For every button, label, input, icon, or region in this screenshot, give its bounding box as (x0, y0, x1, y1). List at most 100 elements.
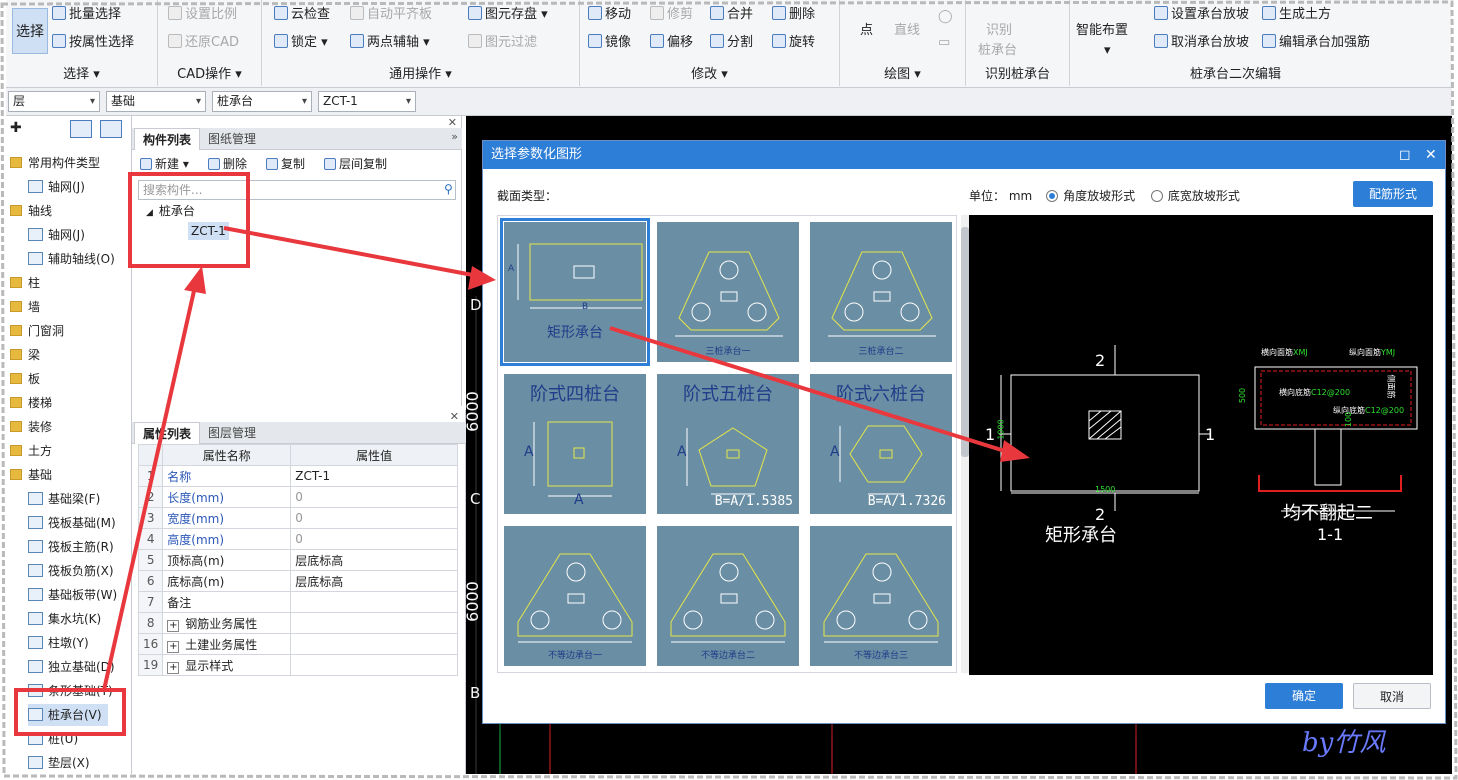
property-value[interactable] (290, 633, 458, 655)
tab-layer-management[interactable]: 图层管理 (200, 422, 264, 444)
floor-copy-button[interactable]: 层间复制 (324, 154, 387, 174)
tree-root[interactable]: ◢ 桩承台 (146, 202, 195, 219)
property-value[interactable] (290, 612, 458, 634)
search-icon[interactable]: ⚲ (444, 182, 453, 196)
nav-item-25[interactable]: 垫层(X) (28, 752, 90, 774)
nav-item-15[interactable]: 筏板基础(M) (28, 512, 116, 534)
type-combo[interactable]: 桩承台 (212, 91, 312, 112)
property-row[interactable]: 3 宽度(mm) 0 (137, 507, 458, 529)
tree-item-zct1[interactable]: ZCT-1 (188, 222, 229, 240)
nav-item-12[interactable]: 土方 (10, 440, 52, 462)
nav-item-3[interactable]: 轴网(J) (28, 224, 85, 246)
new-button[interactable]: 新建 ▾ (140, 154, 189, 174)
property-value[interactable] (290, 591, 458, 613)
ribbon-caption-draw[interactable]: 绘图 ▾ (840, 63, 965, 82)
property-value[interactable]: 层底标高 (290, 570, 458, 592)
delete-button[interactable]: 删除 (772, 4, 815, 26)
category-combo[interactable]: 基础 (106, 91, 206, 112)
cancel-slope-button[interactable]: 取消承台放坡 (1154, 32, 1249, 54)
shape-cell-2[interactable]: 三桩承台二 (810, 222, 952, 362)
nav-item-9[interactable]: 板 (10, 368, 40, 390)
property-row[interactable]: 1 名称 ZCT-1 (137, 465, 458, 487)
two-point-axis-button[interactable]: 两点辅轴 ▾ (350, 32, 430, 54)
nav-item-22[interactable]: 条形基础(T) (28, 680, 113, 702)
property-value[interactable]: 层底标高 (290, 549, 458, 571)
nav-item-4[interactable]: 辅助轴线(O) (28, 248, 115, 270)
maximize-icon[interactable]: ◻ (1399, 141, 1411, 169)
line-button[interactable]: 直线 (894, 20, 920, 42)
ok-button[interactable]: 确定 (1265, 683, 1343, 709)
set-slope-button[interactable]: 设置承台放坡 (1154, 4, 1249, 26)
nav-item-2[interactable]: 轴线 (10, 200, 52, 222)
nav-item-21[interactable]: 独立基础(D) (28, 656, 115, 678)
shape-cell-1[interactable]: 三桩承台一 (657, 222, 799, 362)
scrollbar-thumb[interactable] (961, 227, 969, 457)
tree-collapse-icon[interactable]: ◢ (146, 208, 153, 218)
nav-item-18[interactable]: 基础板带(W) (28, 584, 117, 606)
expand-icon[interactable]: + (167, 661, 180, 674)
ribbon-caption-cad[interactable]: CAD操作 ▾ (158, 63, 261, 82)
attr-select-button[interactable]: 按属性选择 (52, 32, 134, 54)
property-row[interactable]: 7 备注 (137, 591, 458, 613)
radio-width-slope[interactable] (1150, 190, 1163, 202)
expand-icon[interactable]: + (167, 619, 180, 632)
shape-cell-7[interactable]: 不等边承台二 (657, 526, 799, 666)
ribbon-caption-select[interactable]: 选择 ▾ (6, 63, 157, 82)
move-button[interactable]: 移动 (588, 4, 631, 26)
delete-component-button[interactable]: 删除 (208, 154, 247, 174)
split-button[interactable]: 分割 (710, 32, 753, 54)
cloud-check-button[interactable]: 云检查 (274, 4, 330, 26)
thumbnail-view-icon[interactable] (100, 120, 122, 138)
smart-layout-button[interactable]: 智能布置 (1076, 20, 1128, 42)
nav-item-14[interactable]: 基础梁(F) (28, 488, 100, 510)
radio-angle-slope[interactable] (1046, 190, 1059, 202)
list-view-icon[interactable] (70, 120, 92, 138)
shape-grid-scrollbar[interactable] (961, 215, 969, 673)
panel-close-icon[interactable]: ✕ (448, 116, 457, 129)
nav-item-19[interactable]: 集水坑(K) (28, 608, 101, 630)
edit-rebar-button[interactable]: 编辑承台加强筋 (1262, 32, 1370, 54)
copy-button[interactable]: 复制 (266, 154, 305, 174)
smart-layout-dropdown[interactable]: ▾ (1104, 40, 1111, 62)
ribbon-caption-common[interactable]: 通用操作 ▾ (262, 63, 579, 82)
merge-button[interactable]: 合并 (710, 4, 753, 26)
rebar-form-button[interactable]: 配筋形式 (1353, 181, 1433, 207)
tab-component-list[interactable]: 构件列表 (134, 128, 201, 150)
shape-cell-3[interactable]: 阶式四桩台 A A (504, 374, 646, 514)
tab-drawing-management[interactable]: 图纸管理 (200, 128, 264, 150)
close-icon[interactable]: ✕ (1425, 141, 1437, 169)
property-row[interactable]: 5 顶标高(m) 层底标高 (137, 549, 458, 571)
trim-button[interactable]: 修剪 (650, 4, 693, 26)
nav-item-24[interactable]: 桩(U) (28, 728, 78, 750)
nav-item-6[interactable]: 墙 (10, 296, 40, 318)
recognize-button[interactable]: 识别 (986, 20, 1012, 42)
mirror-button[interactable]: 镜像 (588, 32, 631, 54)
search-input[interactable]: 搜索构件... (138, 180, 456, 200)
nav-item-20[interactable]: 柱墩(Y) (28, 632, 89, 654)
set-scale-button[interactable]: 设置比例 (168, 4, 237, 26)
rect-icon[interactable]: ▭ (938, 32, 950, 54)
property-row[interactable]: 16 + 土建业务属性 (137, 633, 458, 655)
rotate-button[interactable]: 旋转 (772, 32, 815, 54)
nav-item-13[interactable]: 基础 (10, 464, 52, 486)
offset-button[interactable]: 偏移 (650, 32, 693, 54)
lock-button[interactable]: 锁定 ▾ (274, 32, 328, 54)
shape-cell-0[interactable]: 矩形承台 A B (500, 218, 650, 366)
expand-icon[interactable]: + (167, 640, 180, 653)
nav-item-8[interactable]: 梁 (10, 344, 40, 366)
nav-item-11[interactable]: 装修 (10, 416, 52, 438)
nav-item-1[interactable]: 轴网(J) (28, 176, 85, 198)
batch-select-button[interactable]: 批量选择 (52, 4, 121, 26)
shape-cell-4[interactable]: 阶式五桩台 A B=A/1.5385 (657, 374, 799, 514)
elem-filter-button[interactable]: 图元过滤 (468, 32, 537, 54)
nav-item-7[interactable]: 门窗洞 (10, 320, 64, 342)
property-close-icon[interactable]: ✕ (450, 410, 459, 423)
gen-earth-button[interactable]: 生成土方 (1262, 4, 1331, 26)
nav-item-5[interactable]: 柱 (10, 272, 40, 294)
nav-item-17[interactable]: 筏板负筋(X) (28, 560, 114, 582)
restore-cad-button[interactable]: 还原CAD (168, 32, 239, 54)
shape-cell-8[interactable]: 不等边承台三 (810, 526, 952, 666)
property-row[interactable]: 4 高度(mm) 0 (137, 528, 458, 550)
property-row[interactable]: 19 + 显示样式 (137, 654, 458, 676)
elem-save-button[interactable]: 图元存盘 ▾ (468, 4, 548, 26)
